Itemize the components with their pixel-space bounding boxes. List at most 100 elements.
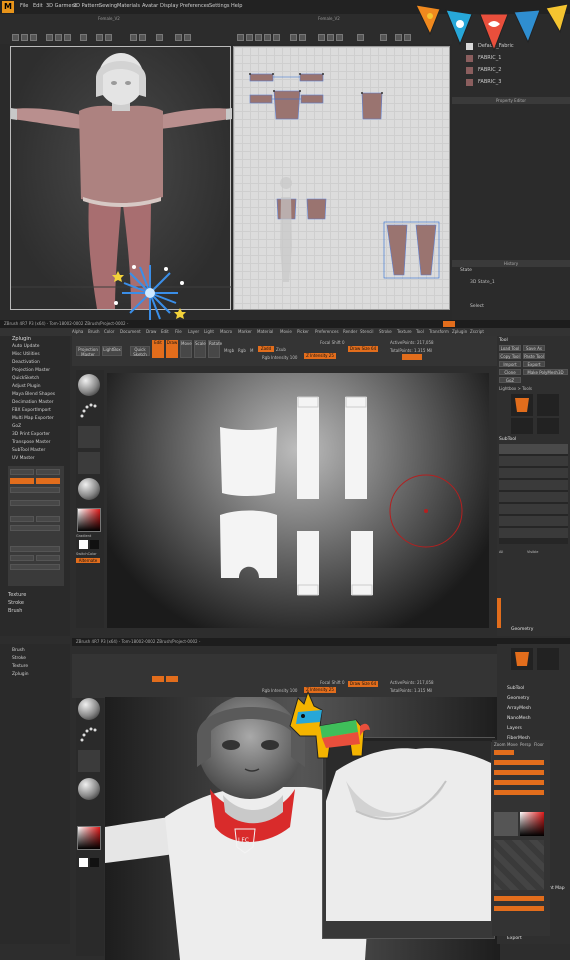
- md-menu-file[interactable]: File: [20, 3, 28, 9]
- subtool-row[interactable]: [499, 444, 568, 454]
- plugin-item[interactable]: SubTool Master: [12, 448, 45, 453]
- alternate-button[interactable]: Alternate: [76, 558, 100, 563]
- md-menu-help[interactable]: Help: [231, 3, 242, 9]
- rotate-button[interactable]: Rotate: [208, 340, 222, 358]
- md-tab-title-2d[interactable]: Female_V2: [318, 16, 340, 21]
- subtool-row[interactable]: [499, 456, 568, 466]
- alpha-preview-icon[interactable]: [78, 750, 100, 772]
- floating-window-viewport[interactable]: [326, 741, 491, 921]
- fold-tool-icon[interactable]: [55, 34, 62, 41]
- switch-color-label[interactable]: SwitchColor: [76, 552, 97, 556]
- plugin-item[interactable]: Deactivation: [12, 360, 40, 365]
- topstitch-icon[interactable]: [139, 34, 146, 41]
- copy-tool-button[interactable]: Copy Tool: [499, 353, 521, 359]
- option-slider[interactable]: [494, 780, 544, 785]
- option-slider[interactable]: [494, 906, 544, 911]
- protect-button[interactable]: [10, 516, 34, 522]
- plugin-item[interactable]: Projection Master: [12, 368, 50, 373]
- md-menu-sewing[interactable]: Sewing: [99, 3, 117, 9]
- alpha-preview-icon[interactable]: [78, 426, 100, 448]
- tack-tool-icon[interactable]: [64, 34, 71, 41]
- zb-menus-button[interactable]: [443, 321, 455, 327]
- zb-menu-color[interactable]: Color: [104, 329, 114, 334]
- segment-sewing-icon[interactable]: [318, 34, 325, 41]
- goz-button[interactable]: GoZ: [499, 377, 521, 383]
- secondary-color-swatch[interactable]: [90, 540, 99, 549]
- fold-arrangement-icon[interactable]: [357, 34, 364, 41]
- save-as-button[interactable]: Save As: [523, 345, 545, 351]
- zb-menu-movie[interactable]: Movie: [280, 329, 292, 334]
- zb-menu-material[interactable]: Material: [257, 329, 273, 334]
- subtool-header[interactable]: SubTool: [499, 437, 516, 442]
- menu-move[interactable]: Move: [507, 742, 518, 747]
- zb-menu-stencil[interactable]: Stencil: [360, 329, 374, 334]
- garment-tool-icon[interactable]: [96, 34, 103, 41]
- brush-preview-icon[interactable]: [78, 374, 100, 396]
- geometry-header[interactable]: Geometry: [511, 627, 533, 632]
- plugin-item[interactable]: Adjust Plugin: [12, 384, 41, 389]
- lightbox-button[interactable]: LightBox: [102, 346, 122, 356]
- current-tool-thumbnail[interactable]: [511, 394, 533, 416]
- brush-tool-icon[interactable]: [105, 34, 112, 41]
- subtool-row[interactable]: [499, 480, 568, 490]
- texture-tool-icon[interactable]: [130, 34, 137, 41]
- stroke-preview-icon[interactable]: [78, 400, 100, 422]
- tool-thumbnail[interactable]: [511, 418, 533, 434]
- main-color-swatch[interactable]: [79, 540, 88, 549]
- zb-menu-picker[interactable]: Picker: [297, 329, 309, 334]
- texture-preview-icon[interactable]: [78, 452, 100, 474]
- subtool-row[interactable]: [499, 468, 568, 478]
- zb-menu-edit[interactable]: Edit: [161, 329, 169, 334]
- zb-menu-marker[interactable]: Marker: [238, 329, 252, 334]
- projection-master-button[interactable]: Projection Master: [76, 346, 100, 357]
- polygroups-button[interactable]: [36, 478, 60, 484]
- unwrap-button[interactable]: [10, 469, 34, 475]
- zb-menu-file[interactable]: File: [175, 329, 182, 334]
- paste-tool-button[interactable]: Paste Tool: [523, 353, 545, 359]
- work-on-clone-button[interactable]: [10, 546, 60, 552]
- quick-sketch-button[interactable]: Quick Sketch: [130, 346, 150, 357]
- tool-header[interactable]: Tool: [499, 338, 508, 343]
- pin-tool-icon[interactable]: [46, 34, 53, 41]
- scale-button[interactable]: Scale: [194, 340, 206, 358]
- export-button[interactable]: Export: [523, 361, 545, 367]
- texture-edit-2d-icon[interactable]: [380, 34, 387, 41]
- texture-thumbnail[interactable]: [494, 812, 518, 836]
- plugin-item[interactable]: Maya Blend Shapes: [12, 392, 55, 397]
- menu-zoom[interactable]: Zoom: [494, 742, 506, 747]
- edit-button[interactable]: Edit: [152, 340, 164, 358]
- subtool-row[interactable]: [499, 492, 568, 502]
- check-sewing-icon[interactable]: [336, 34, 343, 41]
- rotate-tool-icon[interactable]: [30, 34, 37, 41]
- history-item[interactable]: 3D State_1: [470, 280, 495, 285]
- plugin-item[interactable]: UV Master: [12, 456, 35, 461]
- property-editor-header[interactable]: Property Editor: [452, 97, 570, 104]
- rgb-toggle[interactable]: Rgb: [238, 348, 246, 353]
- rp-geometry[interactable]: Geometry: [507, 696, 529, 701]
- pattern-edit-icon[interactable]: [246, 34, 253, 41]
- plugin-item[interactable]: Transpose Master: [12, 440, 50, 445]
- rp-export[interactable]: Export: [507, 936, 522, 941]
- zb-menu-document[interactable]: Document: [120, 329, 141, 334]
- rp-nanomesh[interactable]: NanoMesh: [507, 716, 531, 721]
- zb-menu-macro[interactable]: Macro: [220, 329, 232, 334]
- pattern-select-icon[interactable]: [237, 34, 244, 41]
- make-polymesh-button[interactable]: Make PolyMesh3D: [523, 369, 568, 375]
- mini-color-picker[interactable]: [520, 812, 544, 836]
- plugin-item[interactable]: QuickSketch: [12, 376, 39, 381]
- history-header[interactable]: History: [452, 260, 570, 267]
- tray-stroke[interactable]: Stroke: [8, 600, 24, 606]
- zipper-tool-icon[interactable]: [175, 34, 182, 41]
- zb-menu-layer[interactable]: Layer: [188, 329, 199, 334]
- lazy-mouse-button[interactable]: [402, 354, 422, 360]
- move-tool-icon[interactable]: [21, 34, 28, 41]
- move-button[interactable]: Move: [180, 340, 192, 358]
- subtool-row[interactable]: [499, 528, 568, 538]
- measure-tool-icon[interactable]: [184, 34, 191, 41]
- attract-button[interactable]: [36, 516, 60, 522]
- zb-menu-brush[interactable]: Brush: [88, 329, 100, 334]
- zb-uv-canvas[interactable]: [107, 373, 489, 628]
- option-slider[interactable]: [494, 896, 544, 901]
- plugin-item[interactable]: Auto Update: [12, 344, 40, 349]
- zb-menu-alpha[interactable]: Alpha: [72, 329, 83, 334]
